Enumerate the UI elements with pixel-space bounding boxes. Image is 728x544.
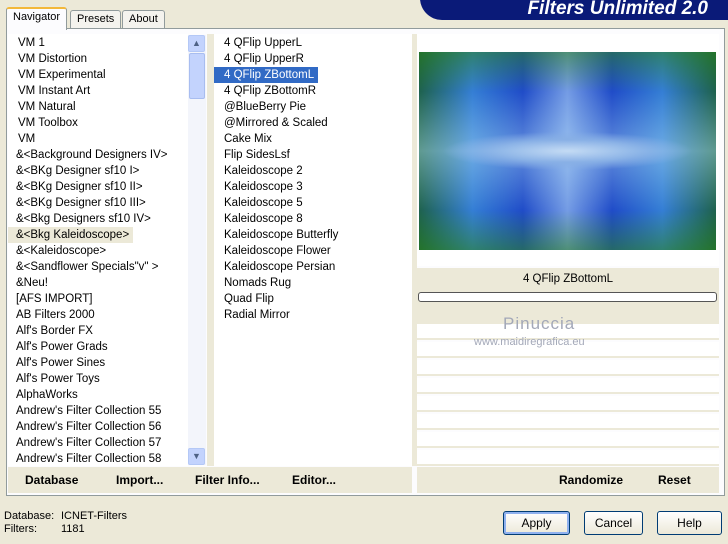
scroll-down-icon[interactable]: ▼ bbox=[188, 448, 205, 465]
apply-button[interactable]: Apply bbox=[503, 511, 570, 535]
category-scrollbar[interactable]: ▲ ▼ bbox=[188, 35, 206, 465]
watermark-url: www.maidiregrafica.eu bbox=[474, 336, 585, 348]
list-item[interactable]: @Mirrored & Scaled bbox=[214, 115, 412, 131]
list-item[interactable]: &<Bkg Kaleidoscope> bbox=[8, 227, 134, 243]
list-item[interactable]: VM Natural bbox=[8, 99, 188, 115]
list-item[interactable]: Kaleidoscope 5 bbox=[214, 195, 412, 211]
parameter-row bbox=[417, 360, 719, 376]
parameter-row bbox=[417, 450, 719, 466]
editor-button[interactable]: Editor... bbox=[292, 473, 336, 487]
parameter-row bbox=[417, 432, 719, 448]
list-item[interactable]: VM 1 bbox=[8, 35, 188, 51]
progress-bar bbox=[418, 292, 717, 302]
tab-about[interactable]: About bbox=[122, 10, 165, 29]
filter-list[interactable]: 4 QFlip UpperL 4 QFlip UpperR 4 QFlip ZBot… bbox=[214, 34, 412, 466]
list-item[interactable]: Alf's Power Grads bbox=[8, 339, 188, 355]
parameter-row bbox=[417, 396, 719, 412]
import-button[interactable]: Import... bbox=[116, 473, 163, 487]
list-item[interactable]: 4 QFlip ZBottomL bbox=[214, 67, 319, 83]
list-item[interactable]: AB Filters 2000 bbox=[8, 307, 188, 323]
tab-navigator[interactable]: Navigator bbox=[6, 7, 68, 30]
list-item[interactable]: Radial Mirror bbox=[214, 307, 412, 323]
database-button[interactable]: Database bbox=[25, 473, 78, 487]
list-item[interactable]: Kaleidoscope Flower bbox=[214, 243, 412, 259]
list-item[interactable]: &<Bkg Designers sf10 IV> bbox=[8, 211, 188, 227]
list-item[interactable]: Cake Mix bbox=[214, 131, 412, 147]
parameter-row bbox=[417, 378, 719, 394]
list-item[interactable]: &Neu! bbox=[8, 275, 188, 291]
list-item[interactable]: &<BKg Designer sf10 III> bbox=[8, 195, 188, 211]
status-filters-label: Filters: bbox=[4, 523, 37, 535]
list-item[interactable]: Nomads Rug bbox=[214, 275, 412, 291]
scroll-up-icon[interactable]: ▲ bbox=[188, 35, 205, 52]
list-item[interactable]: Andrew's Filter Collection 56 bbox=[8, 419, 188, 435]
list-item[interactable]: VM Experimental bbox=[8, 67, 188, 83]
preview-button-bar: Randomize Reset bbox=[417, 467, 719, 493]
list-item[interactable]: Kaleidoscope Persian bbox=[214, 259, 412, 275]
parameter-row bbox=[417, 414, 719, 430]
list-item[interactable]: VM bbox=[8, 131, 188, 147]
list-item[interactable]: Quad Flip bbox=[214, 291, 412, 307]
watermark-name: Pinuccia bbox=[503, 314, 576, 333]
scroll-thumb[interactable] bbox=[189, 53, 205, 99]
randomize-button[interactable]: Randomize bbox=[559, 473, 623, 487]
list-item[interactable]: &<BKg Designer sf10 I> bbox=[8, 163, 188, 179]
cancel-button[interactable]: Cancel bbox=[584, 511, 643, 535]
reset-button[interactable]: Reset bbox=[658, 473, 691, 487]
app-title-banner: Filters Unlimited 2.0 bbox=[420, 0, 728, 20]
preview-filter-name: 4 QFlip ZBottomL bbox=[522, 273, 614, 285]
list-item[interactable]: Kaleidoscope Butterfly bbox=[214, 227, 412, 243]
filter-info-button[interactable]: Filter Info... bbox=[195, 473, 260, 487]
list-item[interactable]: &<Kaleidoscope> bbox=[8, 243, 188, 259]
list-item[interactable]: Alf's Power Toys bbox=[8, 371, 188, 387]
list-item[interactable]: VM Instant Art bbox=[8, 83, 188, 99]
list-item[interactable]: AlphaWorks bbox=[8, 387, 188, 403]
list-item[interactable]: Alf's Border FX bbox=[8, 323, 188, 339]
status-filters-value: 1181 bbox=[61, 523, 85, 535]
list-item[interactable]: &<Sandflower Specials"v" > bbox=[8, 259, 188, 275]
list-item[interactable]: &<Background Designers IV> bbox=[8, 147, 188, 163]
list-item[interactable]: Flip SidesLsf bbox=[214, 147, 412, 163]
category-list[interactable]: VM 1 VM Distortion VM Experimental VM Insta… bbox=[8, 34, 188, 466]
list-item[interactable]: Andrew's Filter Collection 58 bbox=[8, 451, 188, 466]
list-item[interactable]: Andrew's Filter Collection 57 bbox=[8, 435, 188, 451]
list-item[interactable]: Andrew's Filter Collection 55 bbox=[8, 403, 188, 419]
list-item[interactable]: 4 QFlip UpperL bbox=[214, 35, 412, 51]
navigator-button-bar: Database Import... Filter Info... Editor… bbox=[8, 467, 412, 493]
list-item[interactable]: 4 QFlip ZBottomR bbox=[214, 83, 412, 99]
list-item[interactable]: VM Toolbox bbox=[8, 115, 188, 131]
list-item[interactable]: Kaleidoscope 8 bbox=[214, 211, 412, 227]
list-item[interactable]: Alf's Power Sines bbox=[8, 355, 188, 371]
list-item[interactable]: VM Distortion bbox=[8, 51, 188, 67]
status-database-label: Database: bbox=[4, 510, 55, 522]
list-item[interactable]: @BlueBerry Pie bbox=[214, 99, 412, 115]
list-item[interactable]: [AFS IMPORT] bbox=[8, 291, 188, 307]
tab-presets[interactable]: Presets bbox=[70, 10, 122, 29]
preview-image bbox=[419, 52, 716, 250]
list-item[interactable]: Kaleidoscope 3 bbox=[214, 179, 412, 195]
status-database-value: ICNET-Filters bbox=[61, 510, 127, 522]
list-item[interactable]: 4 QFlip UpperR bbox=[214, 51, 412, 67]
divider bbox=[207, 34, 214, 466]
list-item[interactable]: Kaleidoscope 2 bbox=[214, 163, 412, 179]
help-button[interactable]: Help bbox=[657, 511, 722, 535]
list-item[interactable]: &<BKg Designer sf10 II> bbox=[8, 179, 188, 195]
